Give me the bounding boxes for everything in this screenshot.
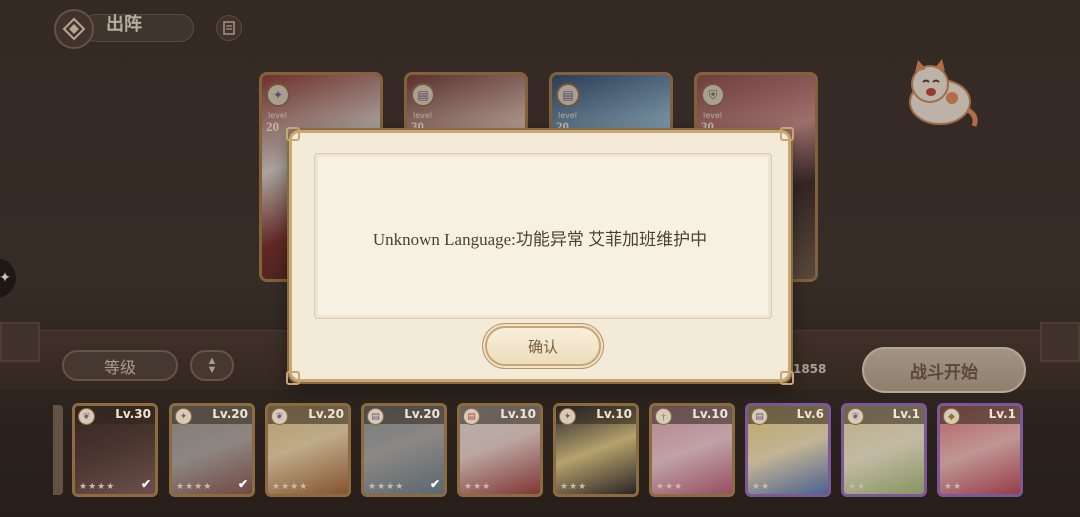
- book-class-icon: ▤: [463, 408, 480, 425]
- star-rating: ★★★★: [368, 481, 405, 491]
- dialog-corner-ornament: [286, 127, 300, 141]
- star-rating: ★★: [944, 481, 963, 491]
- star-rating: ★★★: [560, 481, 588, 491]
- dialog-corner-ornament: [286, 371, 300, 385]
- mage-class-icon: ✦: [559, 408, 576, 425]
- dialog-corner-ornament: [780, 127, 794, 141]
- star-rating: ★★: [752, 481, 771, 491]
- roster-level: Lv.1: [988, 407, 1016, 421]
- book-class-icon: ▤: [751, 408, 768, 425]
- leaf-class-icon: ❦: [78, 408, 95, 425]
- roster-level: Lv.10: [596, 407, 632, 421]
- roster-level: Lv.20: [404, 407, 440, 421]
- error-dialog: Unknown Language:功能异常 艾菲加班维护中 确认: [286, 127, 794, 385]
- selected-check-icon: ✔: [140, 477, 151, 491]
- sword-class-icon: †: [655, 408, 672, 425]
- dialog-message: Unknown Language:功能异常 艾菲加班维护中: [372, 230, 708, 249]
- roster-level: Lv.20: [308, 407, 344, 421]
- book-class-icon: ▤: [367, 408, 384, 425]
- roster-level: Lv.6: [796, 407, 824, 421]
- leaf-class-icon: ❦: [271, 408, 288, 425]
- gem-class-icon: ◆: [943, 408, 960, 425]
- roster-level: Lv.10: [500, 407, 536, 421]
- dialog-corner-ornament: [780, 371, 794, 385]
- star-rating: ★★★★: [79, 481, 116, 491]
- roster-level: Lv.1: [892, 407, 920, 421]
- confirm-button[interactable]: 确认: [485, 326, 601, 366]
- star-rating: ★★★★: [272, 481, 309, 491]
- star-rating: ★★★: [464, 481, 492, 491]
- star-rating: ★★★: [656, 481, 684, 491]
- roster-level: Lv.30: [115, 407, 151, 421]
- mage-class-icon: ✦: [175, 408, 192, 425]
- roster-level: Lv.20: [212, 407, 248, 421]
- leaf-class-icon: ❦: [847, 408, 864, 425]
- star-rating: ★★★★: [176, 481, 213, 491]
- selected-check-icon: ✔: [429, 477, 440, 491]
- star-rating: ★★: [848, 481, 867, 491]
- confirm-label: 确认: [527, 337, 558, 356]
- roster-level: Lv.10: [692, 407, 728, 421]
- selected-check-icon: ✔: [237, 477, 248, 491]
